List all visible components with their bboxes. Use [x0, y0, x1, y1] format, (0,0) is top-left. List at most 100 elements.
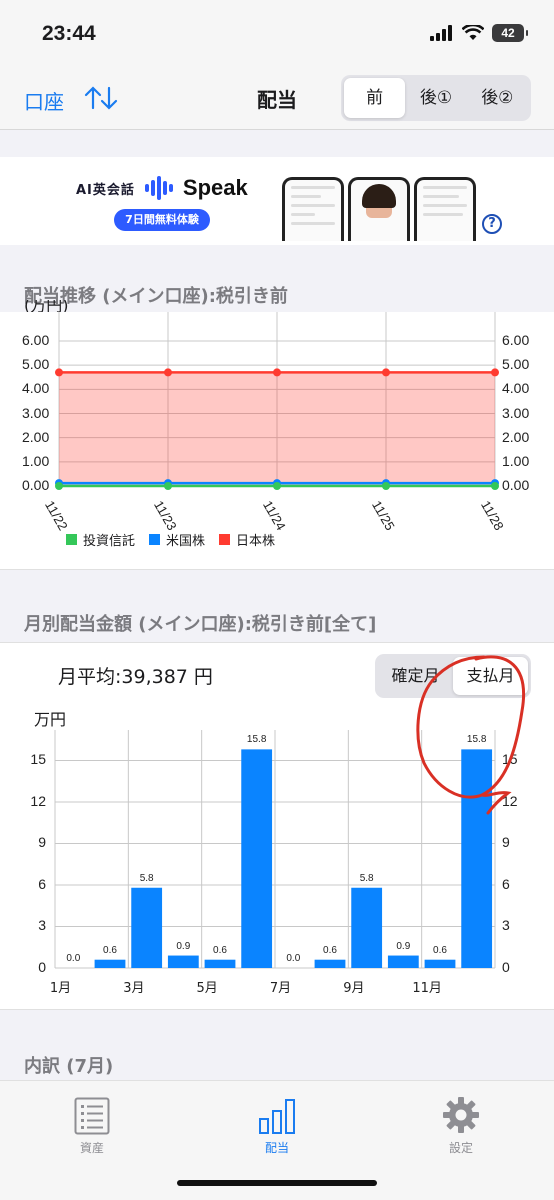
data-point	[273, 482, 281, 490]
battery-icon: 42	[492, 24, 528, 42]
y-tick-left: 1.00	[22, 452, 50, 469]
y-tick-left: 15	[30, 751, 46, 768]
y-tick-left: 3	[38, 917, 46, 934]
ad-brand: AI英会話 Speak	[76, 175, 248, 201]
y-tick-left: 2.00	[22, 428, 50, 445]
bar-data-label: 0.0	[286, 953, 301, 964]
y-tick-right: 2.00	[502, 428, 530, 445]
ad-phone-image	[348, 177, 410, 241]
nav-bar: 口座 配当 前 後① 後②	[0, 62, 554, 130]
tab-assets[interactable]: 資産	[42, 1091, 142, 1156]
monthly-average: 月平均:39,387 円	[58, 666, 213, 688]
legend-item-us-stocks[interactable]: 米国株	[149, 530, 205, 549]
y-tick-left: 9	[38, 834, 46, 851]
x-tick-month: 1月	[49, 981, 72, 996]
bar-2月	[94, 959, 126, 968]
ad-banner[interactable]: AI英会話 Speak 7日間無料体験 ?	[0, 157, 554, 245]
tab-label: 配当	[264, 1141, 289, 1155]
data-point	[55, 368, 63, 377]
data-point	[55, 482, 63, 490]
y-tick-right: 1.00	[502, 452, 530, 469]
breakdown-section-header: 内訳 (7月)	[24, 1056, 114, 1077]
bar-chart-icon	[259, 1099, 295, 1134]
y-tick-right: 0	[502, 959, 510, 975]
bar-data-label: 0.6	[103, 944, 117, 956]
legend-item-funds[interactable]: 投資信託	[66, 530, 135, 549]
x-tick-month: 5月	[196, 981, 218, 996]
ad-phone-image	[414, 177, 476, 241]
bar-9月	[351, 887, 383, 968]
bar-11月	[424, 959, 456, 968]
legend-swatch	[219, 534, 231, 545]
monthly-section-header: 月別配当金額 (メイン口座):税引き前[全て]	[24, 614, 377, 635]
list-icon	[74, 1097, 110, 1135]
status-icons: 42	[430, 24, 528, 42]
y-tick-right: 6	[502, 875, 510, 892]
nav-left: 口座	[24, 86, 118, 115]
bar-8月	[314, 959, 346, 968]
data-point	[382, 482, 390, 490]
data-point	[273, 368, 281, 377]
bar-10月	[387, 955, 419, 968]
bar-6月	[241, 749, 273, 968]
account-button[interactable]: 口座	[24, 86, 64, 115]
signal-icon	[430, 25, 452, 41]
jp-stocks-area	[59, 372, 495, 486]
bar-5月	[204, 959, 236, 968]
ad-phone-image	[282, 177, 344, 241]
segment-after-tax-2[interactable]: 後②	[467, 78, 528, 118]
legend-item-jp-stocks[interactable]: 日本株	[219, 530, 275, 549]
app-screen: 23:44 42 口座 配当 前 後① 後② AI英会話 Speak 7日間無料…	[0, 0, 554, 1200]
trend-unit-label: (万円)	[24, 300, 69, 312]
bar-data-label: 5.8	[139, 872, 154, 884]
legend-label: 日本株	[236, 534, 276, 549]
y-tick-left: 6.00	[22, 332, 50, 348]
legend-label: 投資信託	[83, 534, 136, 549]
x-tick-month: 9月	[343, 981, 365, 996]
segment-before-tax[interactable]: 前	[344, 78, 406, 118]
red-annotation-circle	[416, 655, 525, 815]
y-tick-right: 0.00	[502, 477, 530, 493]
bar-data-label: 0.6	[213, 944, 227, 956]
x-tick-month: 7月	[269, 981, 292, 996]
home-indicator	[177, 1180, 377, 1186]
gear-icon	[443, 1097, 479, 1133]
data-point	[382, 368, 390, 377]
x-tick-month: 3月	[123, 981, 145, 996]
bar-data-label: 15.8	[246, 734, 267, 746]
status-bar: 23:44 42	[0, 0, 554, 62]
x-tick-month: 11月	[412, 981, 442, 996]
status-time: 23:44	[42, 22, 96, 45]
y-tick-left: 12	[30, 792, 46, 809]
tab-settings[interactable]: 設定	[411, 1091, 511, 1156]
y-tick-right: 6.00	[502, 332, 530, 348]
y-tick-left: 4.00	[22, 380, 50, 397]
bar-data-label: 0.6	[323, 944, 337, 956]
sort-button[interactable]	[84, 86, 118, 115]
tax-segment-control: 前 後① 後②	[341, 75, 531, 121]
wifi-icon	[462, 25, 484, 40]
tab-label: 資産	[79, 1141, 104, 1155]
y-tick-left: 0.00	[22, 477, 50, 493]
data-point	[491, 482, 499, 490]
y-tick-left: 0	[38, 959, 46, 975]
bar-4月	[167, 955, 199, 968]
ad-trial-pill: 7日間無料体験	[114, 209, 210, 231]
y-tick-right: 3	[502, 917, 510, 934]
data-point	[164, 368, 172, 377]
ad-brand-name: Speak	[182, 175, 248, 200]
bar-3月	[131, 887, 163, 968]
trend-legend: 投資信託 米国株 日本株	[66, 530, 275, 549]
y-tick-right: 9	[502, 834, 510, 851]
y-tick-left: 5.00	[22, 356, 50, 373]
bar-data-label: 0.6	[433, 944, 447, 956]
up-down-arrows-icon	[84, 86, 118, 110]
bar-data-label: 5.8	[359, 872, 374, 884]
bar-data-label: 0.9	[396, 940, 411, 952]
y-tick-right: 3.00	[502, 404, 530, 421]
legend-swatch	[66, 534, 77, 545]
ad-help-icon[interactable]: ?	[482, 214, 502, 234]
tab-dividends[interactable]: 配当	[227, 1091, 327, 1156]
segment-after-tax-1[interactable]: 後①	[405, 78, 466, 118]
legend-swatch	[149, 534, 161, 545]
